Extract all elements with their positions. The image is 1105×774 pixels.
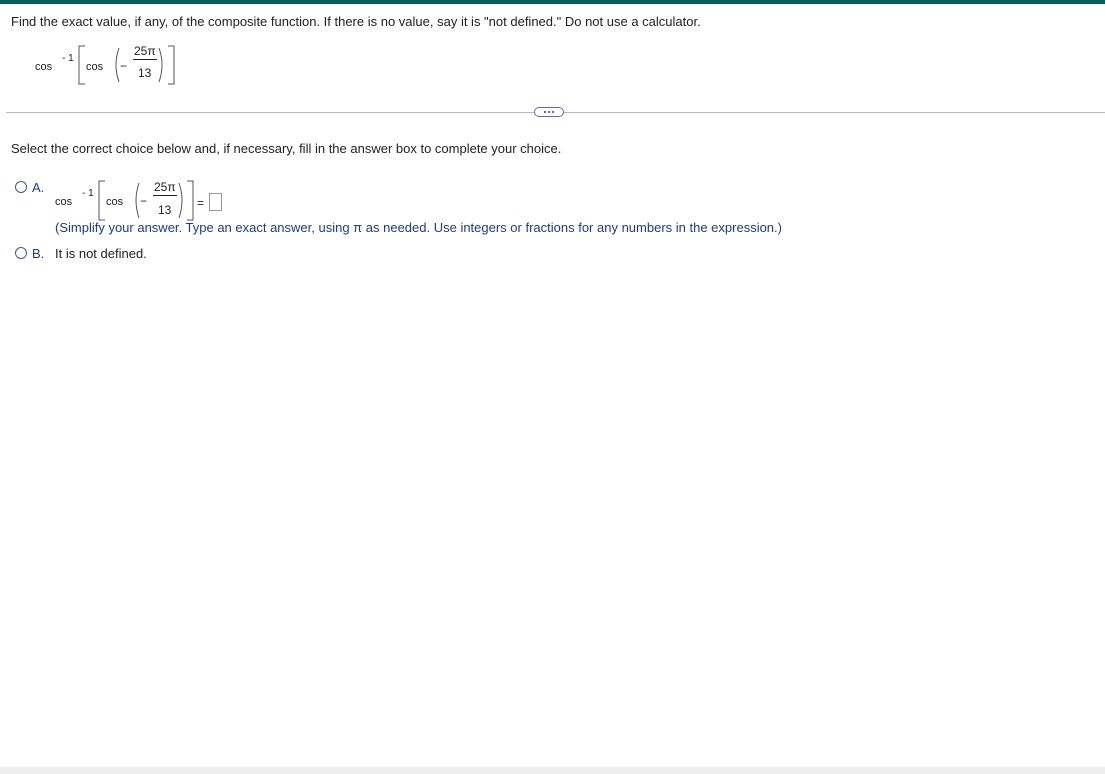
expand-more-button[interactable] [534,107,564,117]
question-prompt: Find the exact value, if any, of the com… [11,14,701,29]
more-dot-icon [552,111,554,113]
choice-b-letter: B. [32,246,45,261]
instruction-text: Select the correct choice below and, if … [11,141,562,156]
more-dot-icon [544,111,546,113]
top-accent-bar [0,0,1105,4]
equals-sign: = [197,196,205,210]
answer-input-box[interactable] [209,193,222,211]
expression-brackets [78,45,175,85]
answer-instruction-note: (Simplify your answer. Type an exact ans… [55,220,782,235]
choice-b-radio[interactable] [15,247,27,259]
choice-b-text: It is not defined. [55,246,147,261]
choice-a-expression: cos - 1 cos − 25π 13 = [0,175,210,225]
more-dot-icon [548,111,550,113]
question-expression: cos - 1 cos − 25π 13 [0,40,200,90]
expression-brackets [98,180,194,221]
bottom-bar [0,767,1105,774]
